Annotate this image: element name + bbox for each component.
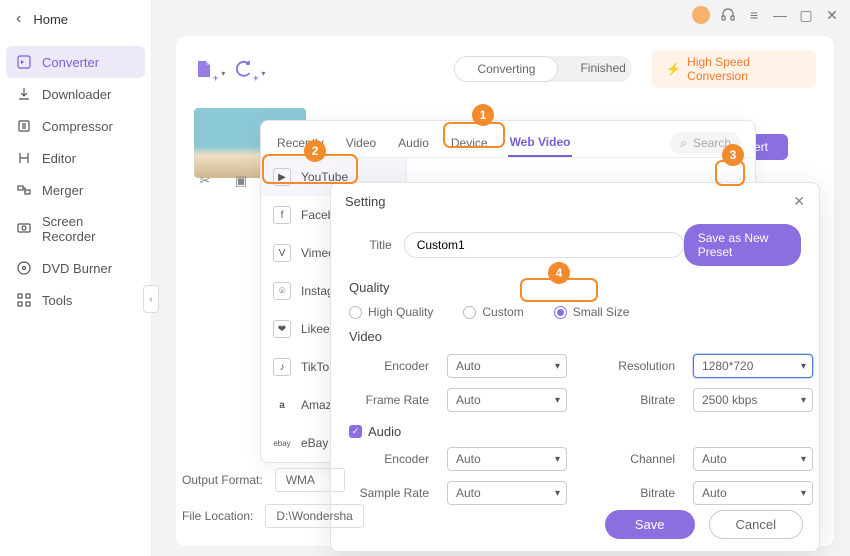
tab-converting[interactable]: Converting — [454, 56, 558, 82]
resolution-label: Resolution — [585, 359, 675, 373]
video-bitrate-select[interactable]: 2500 kbps — [693, 388, 813, 412]
channel-label: Channel — [585, 452, 675, 466]
video-encoder-select[interactable]: Auto — [447, 354, 567, 378]
sidebar-label: Compressor — [42, 119, 113, 134]
format-tab-video[interactable]: Video — [344, 130, 378, 156]
crop-icon[interactable]: ▣ — [230, 170, 252, 192]
search-placeholder: Search — [693, 136, 731, 150]
speed-label: High Speed Conversion — [687, 55, 802, 83]
title-input[interactable] — [404, 232, 684, 258]
setting-modal: Setting ✕ Title Save as New Preset Quali… — [330, 182, 820, 552]
amazon-icon: a — [273, 396, 291, 414]
tools-icon — [16, 292, 32, 308]
likee-icon: ❤ — [273, 320, 291, 338]
title-label: Title — [349, 238, 392, 252]
refresh-button[interactable]: +▾ — [234, 58, 254, 80]
search-icon: ⌕ — [680, 136, 687, 151]
setting-title: Setting — [345, 194, 385, 209]
sidebar-label: Tools — [42, 293, 72, 308]
vimeo-icon: V — [273, 244, 291, 262]
output-format-label: Output Format: — [182, 473, 263, 487]
tab-toggle: Converting Finished — [454, 56, 632, 82]
sidebar-label: Converter — [42, 55, 99, 70]
save-button[interactable]: Save — [605, 510, 695, 539]
back-icon[interactable]: ‹ — [16, 10, 21, 28]
tiktok-icon: ♪ — [273, 358, 291, 376]
dvd-icon — [16, 260, 32, 276]
cut-icon[interactable]: ✂ — [194, 170, 216, 192]
framerate-label: Frame Rate — [349, 393, 429, 407]
audio-section-label: Audio — [368, 424, 401, 439]
play-icon: ▶ — [273, 168, 291, 186]
sidebar-label: DVD Burner — [42, 261, 112, 276]
add-file-button[interactable]: +▾ — [194, 58, 214, 80]
sidebar: ‹ Home Converter Downloader Compressor E… — [0, 0, 152, 556]
format-tab-audio[interactable]: Audio — [396, 130, 431, 156]
format-tab-device[interactable]: Device — [449, 130, 490, 156]
home-label[interactable]: Home — [33, 12, 68, 27]
format-label: eBay — [301, 436, 328, 450]
converter-icon — [16, 54, 32, 70]
format-search[interactable]: ⌕ Search — [670, 132, 741, 155]
sidebar-label: Screen Recorder — [42, 214, 135, 244]
sidebar-collapse-icon[interactable]: ‹ — [143, 285, 159, 313]
menu-icon[interactable]: ≡ — [746, 7, 762, 23]
sidebar-label: Downloader — [42, 87, 111, 102]
audio-bitrate-select[interactable]: Auto — [693, 481, 813, 505]
minimize-icon[interactable]: — — [772, 7, 788, 23]
lightning-icon: ⚡ — [666, 62, 681, 76]
file-location-label: File Location: — [182, 509, 253, 523]
audio-encoder-select[interactable]: Auto — [447, 447, 567, 471]
audio-checkbox[interactable]: ✓ — [349, 425, 362, 438]
quality-small[interactable]: Small Size — [554, 305, 630, 319]
video-section-label: Video — [349, 329, 801, 344]
facebook-icon: f — [273, 206, 291, 224]
format-tab-web[interactable]: Web Video — [508, 129, 573, 157]
cancel-button[interactable]: Cancel — [709, 510, 803, 539]
compressor-icon — [16, 118, 32, 134]
modal-close-icon[interactable]: ✕ — [793, 193, 805, 210]
sidebar-label: Merger — [42, 183, 83, 198]
high-speed-button[interactable]: ⚡ High Speed Conversion — [652, 50, 816, 88]
sidebar-label: Editor — [42, 151, 76, 166]
sidebar-item-downloader[interactable]: Downloader — [6, 78, 145, 110]
tab-finished[interactable]: Finished — [558, 56, 632, 82]
resolution-select[interactable]: 1280*720 — [693, 354, 813, 378]
avatar[interactable] — [692, 6, 710, 24]
frame-rate-select[interactable]: Auto — [447, 388, 567, 412]
file-location-value[interactable]: D:\Wondersha — [265, 504, 363, 528]
sidebar-item-dvd[interactable]: DVD Burner — [6, 252, 145, 284]
sidebar-item-merger[interactable]: Merger — [6, 174, 145, 206]
editor-icon — [16, 150, 32, 166]
instagram-icon: ⌾ — [273, 282, 291, 300]
sidebar-item-converter[interactable]: Converter — [6, 46, 145, 78]
encoder-label: Encoder — [349, 359, 429, 373]
save-preset-button[interactable]: Save as New Preset — [684, 224, 801, 266]
titlebar: ≡ — ▢ ✕ — [692, 6, 840, 24]
headset-icon[interactable] — [720, 7, 736, 23]
channel-select[interactable]: Auto — [693, 447, 813, 471]
sidebar-item-editor[interactable]: Editor — [6, 142, 145, 174]
ebay-icon: ebay — [273, 434, 291, 452]
bitrate-label: Bitrate — [585, 393, 675, 407]
maximize-icon[interactable]: ▢ — [798, 7, 814, 23]
a-bitrate-label: Bitrate — [585, 486, 675, 500]
close-icon[interactable]: ✕ — [824, 7, 840, 23]
sidebar-item-compressor[interactable]: Compressor — [6, 110, 145, 142]
recorder-icon — [16, 221, 32, 237]
sidebar-item-recorder[interactable]: Screen Recorder — [6, 206, 145, 252]
format-label: Likee — [301, 322, 330, 336]
format-tab-recently[interactable]: Recently — [275, 130, 326, 156]
quality-section-label: Quality — [349, 280, 801, 295]
merger-icon — [16, 182, 32, 198]
quality-custom[interactable]: Custom — [463, 305, 523, 319]
quality-high[interactable]: High Quality — [349, 305, 433, 319]
sidebar-item-tools[interactable]: Tools — [6, 284, 145, 316]
output-format-value[interactable]: WMA — [275, 468, 345, 492]
sample-rate-select[interactable]: Auto — [447, 481, 567, 505]
download-icon — [16, 86, 32, 102]
